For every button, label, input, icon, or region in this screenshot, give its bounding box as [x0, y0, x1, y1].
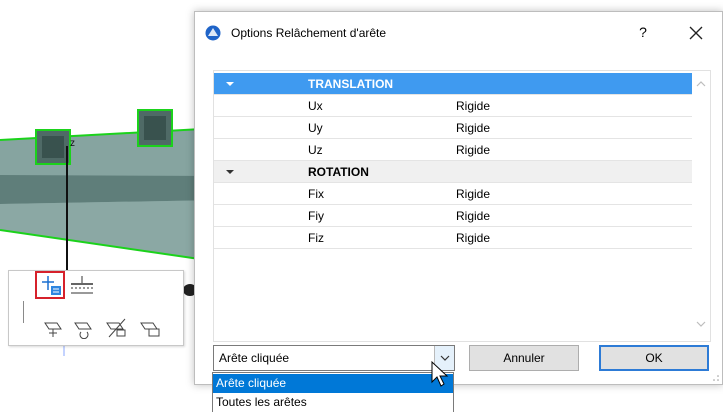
copy-release-icon — [140, 322, 160, 337]
dropdown-option-all-edges[interactable]: Toutes les arêtes — [213, 393, 453, 412]
param-row-fiz[interactable]: Fiz Rigide — [214, 227, 692, 249]
cancel-button[interactable]: Annuler — [469, 345, 579, 371]
add-support-button[interactable] — [41, 315, 67, 341]
group-row-rotation[interactable]: ROTATION — [214, 161, 692, 183]
dropdown-option-clicked-edge[interactable]: Arête cliquée — [213, 374, 453, 393]
param-row-ux[interactable]: Ux Rigide — [214, 95, 692, 117]
app-logo-icon — [205, 25, 221, 41]
rotate-support-icon — [74, 322, 92, 339]
group-label: TRANSLATION — [308, 77, 394, 91]
param-row-uy[interactable]: Uy Rigide — [214, 117, 692, 139]
remove-release-icon — [106, 318, 126, 338]
add-support-icon — [44, 322, 62, 337]
toolbar-separator — [23, 301, 24, 323]
close-icon[interactable] — [685, 22, 707, 44]
edge-release-options-button[interactable] — [35, 271, 65, 299]
edge-release-toolbar — [8, 270, 184, 346]
param-value[interactable]: Rigide — [456, 95, 490, 117]
scroll-down-icon[interactable] — [696, 319, 706, 329]
apply-to-select[interactable]: Arête cliquée — [213, 345, 455, 371]
scroll-up-icon[interactable] — [696, 79, 706, 89]
param-name: Fiy — [308, 209, 324, 223]
rotate-support-button[interactable] — [71, 315, 97, 341]
tree-scrollbar[interactable] — [692, 71, 710, 341]
param-value[interactable]: Rigide — [456, 117, 490, 139]
param-name: Uy — [308, 121, 323, 135]
apply-to-dropdown-list[interactable]: Arête cliquée Toutes les arêtes — [212, 372, 454, 412]
axis-label-z: z — [70, 138, 75, 149]
param-value[interactable]: Rigide — [456, 183, 490, 205]
group-row-translation[interactable]: TRANSLATION — [214, 73, 692, 95]
release-options-tree[interactable]: TRANSLATION Ux Rigide Uy Rigide Uz Rigid… — [213, 70, 711, 342]
ok-button[interactable]: OK — [599, 345, 709, 371]
param-name: Uz — [308, 143, 323, 157]
mouse-cursor-icon — [431, 360, 449, 387]
dialog-title: Options Relâchement d'arête — [231, 26, 387, 40]
apply-to-select-value: Arête cliquée — [219, 351, 290, 365]
collapse-triangle-icon[interactable] — [224, 73, 236, 95]
copy-release-button[interactable] — [137, 315, 163, 341]
edge-align-icon — [71, 276, 93, 294]
edge-release-options-dialog: Options Relâchement d'arête ? TRANSLATIO… — [194, 11, 723, 385]
edge-align-button[interactable] — [69, 273, 95, 299]
param-row-uz[interactable]: Uz Rigide — [214, 139, 692, 161]
param-value[interactable]: Rigide — [456, 227, 490, 249]
resize-grip-icon[interactable] — [712, 374, 720, 382]
remove-release-button[interactable] — [103, 315, 129, 341]
group-label: ROTATION — [308, 165, 369, 179]
edge-release-icon — [42, 276, 61, 295]
help-button[interactable]: ? — [633, 22, 653, 42]
param-row-fix[interactable]: Fix Rigide — [214, 183, 692, 205]
param-name: Fiz — [308, 231, 324, 245]
collapse-triangle-icon[interactable] — [224, 161, 236, 183]
param-name: Fix — [308, 187, 324, 201]
param-name: Ux — [308, 99, 323, 113]
param-value[interactable]: Rigide — [456, 139, 490, 161]
dialog-titlebar[interactable]: Options Relâchement d'arête ? — [195, 12, 722, 52]
param-value[interactable]: Rigide — [456, 205, 490, 227]
param-row-fiy[interactable]: Fiy Rigide — [214, 205, 692, 227]
